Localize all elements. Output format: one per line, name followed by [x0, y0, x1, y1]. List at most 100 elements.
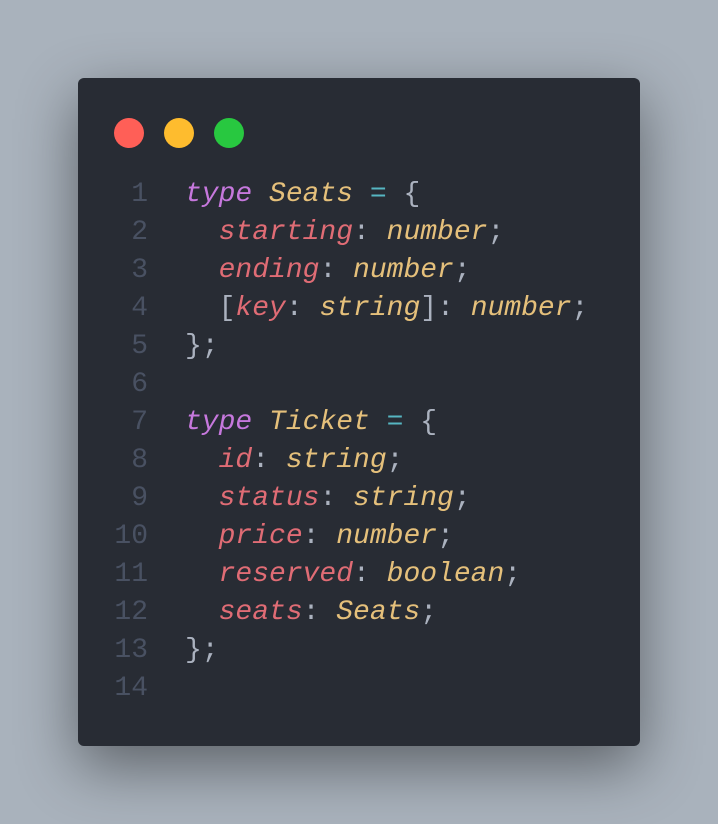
code-line: 11 reserved: boolean; — [78, 556, 640, 594]
token-punct: }; — [185, 331, 219, 362]
maximize-button[interactable] — [214, 118, 244, 148]
code-line: 14 — [78, 670, 640, 708]
code-line: 4 [key: string]: number; — [78, 290, 640, 328]
token-punct — [185, 483, 219, 514]
token-punct: : — [353, 559, 387, 590]
token-type: number — [353, 255, 454, 286]
code-line: 3 ending: number; — [78, 252, 640, 290]
line-number: 4 — [131, 293, 148, 324]
line-number: 2 — [131, 217, 148, 248]
token-punct: ; — [420, 597, 438, 628]
token-punct: ; — [386, 445, 404, 476]
code-line: 10 price: number; — [78, 518, 640, 556]
token-prop: id — [218, 445, 253, 476]
code-text: id: string; — [185, 442, 404, 480]
token-type: Seats — [269, 179, 354, 210]
token-punct: ]: — [420, 293, 471, 324]
line-number: 1 — [131, 179, 148, 210]
token-punct — [185, 445, 219, 476]
token-type: number — [386, 217, 488, 248]
token-punct: : — [353, 217, 387, 248]
token-type: string — [285, 445, 387, 476]
token-prop: reserved — [218, 559, 354, 590]
code-line: 5}; — [78, 328, 640, 366]
token-punct — [185, 217, 219, 248]
code-text: type Seats = { — [185, 176, 420, 214]
line-number: 3 — [131, 255, 148, 286]
token-punct — [252, 407, 269, 438]
line-number: 8 — [131, 445, 148, 476]
token-punct: ; — [437, 521, 454, 552]
token-punct — [185, 559, 219, 590]
token-prop: seats — [218, 597, 303, 628]
code-line: 8 id: string; — [78, 442, 640, 480]
code-line: 12 seats: Seats; — [78, 594, 640, 632]
token-type: string — [319, 293, 421, 324]
line-number: 14 — [114, 673, 148, 704]
token-punct — [185, 521, 219, 552]
code-text: price: number; — [185, 518, 454, 556]
token-punct — [353, 179, 370, 210]
token-punct: ; — [453, 255, 471, 286]
line-number: 9 — [131, 483, 148, 514]
token-prop: ending — [218, 255, 320, 286]
line-number: 12 — [114, 597, 148, 628]
token-type: string — [353, 483, 454, 514]
token-punct: ; — [453, 483, 471, 514]
token-punct: : — [302, 521, 337, 552]
token-punct: }; — [185, 635, 219, 666]
code-text: seats: Seats; — [185, 594, 437, 632]
line-number: 5 — [131, 331, 148, 362]
token-prop: status — [218, 483, 320, 514]
line-number: 6 — [131, 369, 148, 400]
token-punct: ; — [504, 559, 522, 590]
code-text: }; — [185, 328, 219, 366]
close-button[interactable] — [114, 118, 144, 148]
token-punct: : — [319, 483, 354, 514]
token-punct: : — [302, 597, 337, 628]
token-punct: : — [319, 255, 354, 286]
line-number: 7 — [131, 407, 148, 438]
token-punct — [185, 597, 219, 628]
token-prop: starting — [218, 217, 354, 248]
token-prop: key — [235, 293, 286, 324]
token-type: Seats — [336, 597, 421, 628]
code-line: 1 type Seats = { — [78, 176, 640, 214]
token-keyword: type — [185, 407, 253, 438]
token-punct: ; — [487, 217, 505, 248]
code-text: reserved: boolean; — [185, 556, 521, 594]
token-type: number — [470, 293, 572, 324]
token-punct: { — [403, 407, 438, 438]
code-text: [key: string]: number; — [185, 290, 589, 328]
token-punct: : — [252, 445, 286, 476]
token-keyword: type — [185, 179, 253, 210]
code-block: 1 type Seats = {2 starting: number; 3 endi… — [78, 176, 640, 708]
code-line: 13}; — [78, 632, 640, 670]
token-op: = — [369, 179, 387, 210]
token-punct — [370, 407, 387, 438]
code-window: 1 type Seats = {2 starting: number; 3 endi… — [78, 78, 640, 746]
code-text: }; — [185, 632, 219, 670]
line-number: 11 — [114, 559, 148, 590]
line-number: 10 — [114, 521, 148, 552]
token-punct: { — [386, 179, 421, 210]
code-line: 7 type Ticket = { — [78, 404, 640, 442]
token-punct: : — [285, 293, 320, 324]
token-punct: ; — [571, 293, 589, 324]
code-text: type Ticket = { — [185, 404, 437, 442]
code-text: starting: number; — [185, 214, 505, 252]
minimize-button[interactable] — [164, 118, 194, 148]
token-punct: [ — [185, 293, 236, 324]
token-type: Ticket — [269, 407, 370, 438]
code-line: 2 starting: number; — [78, 214, 640, 252]
code-line: 9 status: string; — [78, 480, 640, 518]
code-text: ending: number; — [185, 252, 471, 290]
code-line: 6 — [78, 366, 640, 404]
token-op: = — [386, 407, 404, 438]
token-punct — [252, 179, 269, 210]
line-number: 13 — [114, 635, 148, 666]
token-prop: price — [218, 521, 303, 552]
token-punct — [185, 255, 219, 286]
token-type: number — [336, 521, 438, 552]
token-type: boolean — [386, 559, 505, 590]
